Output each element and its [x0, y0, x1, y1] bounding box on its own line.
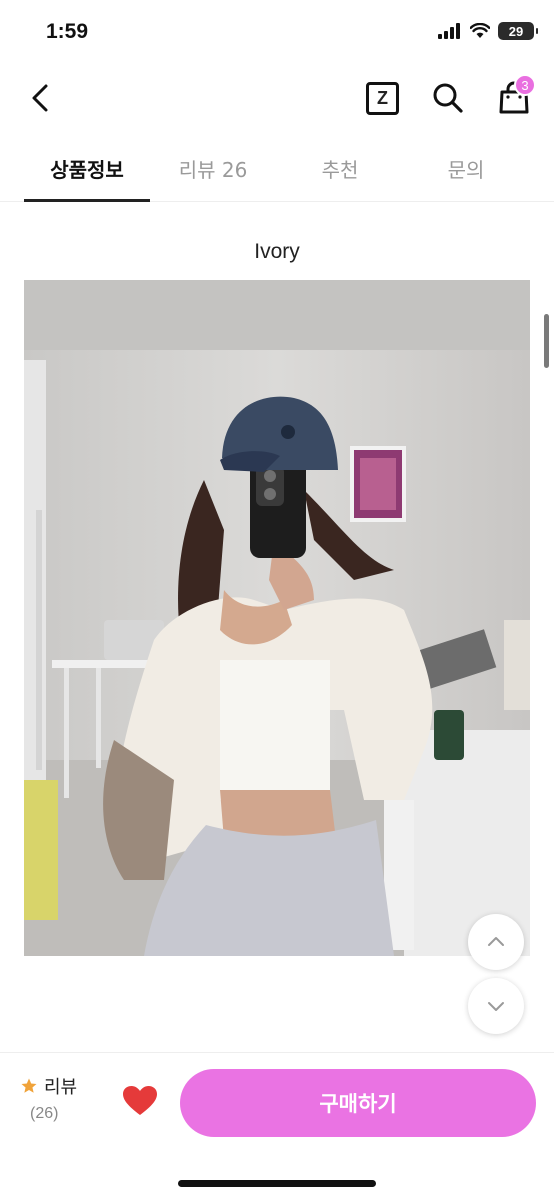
cart-badge: 3 [514, 74, 536, 96]
scroll-up-button[interactable] [468, 914, 524, 970]
product-photo-illustration [24, 280, 530, 956]
star-icon [21, 1078, 37, 1093]
bottom-action-bar: 리뷰 (26) 구매하기 [0, 1052, 554, 1200]
tab-product-info[interactable]: 상품정보 [24, 154, 150, 183]
home-indicator [178, 1180, 376, 1187]
back-icon[interactable] [26, 78, 56, 118]
tab-bar: 상품정보 리뷰 26 추천 문의 [0, 138, 554, 202]
status-time: 1:59 [46, 20, 89, 43]
scrollbar-thumb[interactable] [544, 314, 549, 368]
review-count: (26) [30, 1105, 59, 1122]
battery-icon: 29 [498, 22, 538, 40]
tab-inquiry[interactable]: 문의 [403, 154, 529, 183]
heart-icon[interactable] [122, 1085, 158, 1117]
tab-recommend[interactable]: 추천 [277, 154, 403, 183]
z-icon[interactable]: Z [366, 82, 399, 115]
status-icons: 29 [438, 22, 538, 40]
scroll-down-button[interactable] [468, 978, 524, 1034]
status-bar: 1:59 29 [0, 0, 554, 66]
chevron-down-icon [488, 1002, 504, 1011]
review-label: 리뷰 [44, 1077, 78, 1098]
signal-icon [438, 23, 462, 39]
search-icon[interactable] [430, 80, 466, 116]
tab-reviews[interactable]: 리뷰 26 [150, 154, 276, 183]
product-photo [24, 280, 530, 956]
wifi-icon [470, 23, 490, 38]
tab-indicator [24, 199, 150, 202]
nav-bar: Z [0, 66, 554, 130]
variant-label: Ivory [254, 240, 300, 263]
buy-button[interactable]: 구매하기 [180, 1069, 536, 1137]
chevron-up-icon [488, 937, 504, 946]
